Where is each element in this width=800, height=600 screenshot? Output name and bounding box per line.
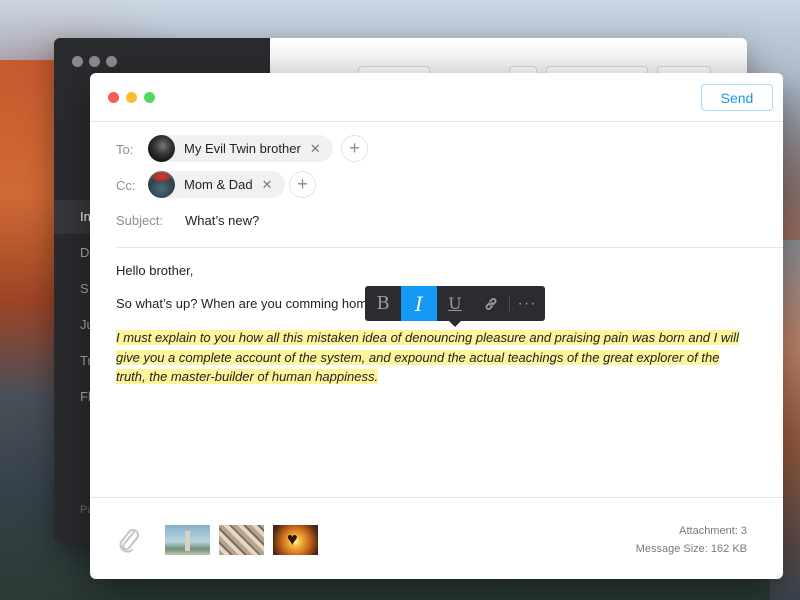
attachment-count: Attachment: 3 bbox=[679, 525, 747, 537]
message-size: Message Size: 162 KB bbox=[635, 543, 747, 555]
bold-button[interactable]: B bbox=[365, 286, 401, 321]
link-button[interactable] bbox=[473, 286, 509, 321]
window-controls bbox=[108, 92, 155, 103]
recipient-name: My Evil Twin brother bbox=[184, 141, 301, 156]
more-options-button[interactable]: ··· bbox=[510, 286, 544, 321]
format-toolbar: B I U ··· bbox=[365, 286, 545, 321]
to-recipient-chip[interactable]: My Evil Twin brother ✕ bbox=[148, 135, 333, 162]
add-to-recipient-button[interactable]: + bbox=[341, 135, 368, 162]
body-greeting[interactable]: Hello brother, bbox=[116, 263, 193, 278]
send-button[interactable]: Send bbox=[701, 84, 773, 111]
to-label: To: bbox=[116, 142, 134, 157]
maximize-window-icon[interactable] bbox=[144, 92, 155, 103]
cc-recipient-chip[interactable]: Mom & Dad ✕ bbox=[148, 171, 285, 198]
underline-button[interactable]: U bbox=[437, 286, 473, 321]
toolbar-pointer bbox=[449, 321, 461, 327]
italic-button[interactable]: I bbox=[401, 286, 437, 321]
remove-recipient-icon[interactable]: ✕ bbox=[262, 177, 273, 193]
body-line[interactable]: So what’s up? When are you comming home? bbox=[116, 296, 382, 311]
background-toolbar bbox=[270, 38, 747, 86]
cc-label: Cc: bbox=[116, 178, 136, 193]
close-window-icon[interactable] bbox=[108, 92, 119, 103]
maximize-dot-icon[interactable] bbox=[106, 56, 117, 67]
compose-window: Send To: My Evil Twin brother ✕ + Cc: Mo… bbox=[90, 73, 783, 579]
add-cc-recipient-button[interactable]: + bbox=[289, 171, 316, 198]
footer-divider bbox=[90, 497, 783, 498]
close-dot-icon[interactable] bbox=[72, 56, 83, 67]
selected-text[interactable]: I must explain to you how all this mista… bbox=[116, 330, 739, 384]
avatar bbox=[148, 171, 175, 198]
minimize-dot-icon[interactable] bbox=[89, 56, 100, 67]
subject-label: Subject: bbox=[116, 213, 163, 228]
fields-divider bbox=[116, 247, 783, 248]
attachment-thumbnail-street[interactable] bbox=[219, 525, 264, 555]
minimize-window-icon[interactable] bbox=[126, 92, 137, 103]
subject-input[interactable]: What’s new? bbox=[185, 213, 259, 228]
header-divider bbox=[90, 121, 783, 122]
background-window-controls bbox=[72, 56, 117, 67]
highlighted-paragraph[interactable]: I must explain to you how all this mista… bbox=[116, 328, 741, 387]
link-icon bbox=[485, 297, 497, 310]
attachment-thumbnail-statue[interactable] bbox=[165, 525, 210, 555]
avatar bbox=[148, 135, 175, 162]
remove-recipient-icon[interactable]: ✕ bbox=[310, 141, 321, 157]
paperclip-icon[interactable] bbox=[115, 525, 143, 555]
recipient-name: Mom & Dad bbox=[184, 177, 253, 192]
attachment-thumbnail-heart[interactable] bbox=[273, 525, 318, 555]
